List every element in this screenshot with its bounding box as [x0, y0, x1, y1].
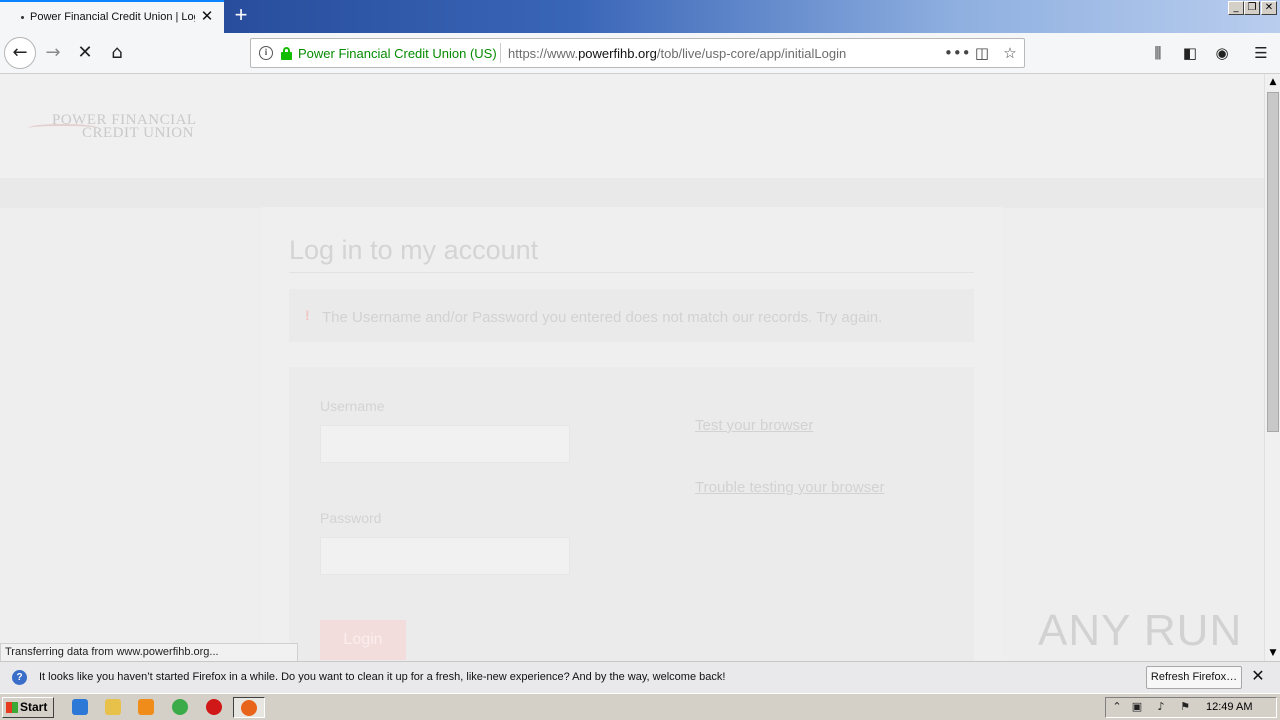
anyrun-watermark: ANY RUN — [1038, 606, 1243, 655]
back-arrow-icon: ← — [12, 42, 28, 63]
question-icon: ? — [12, 670, 27, 685]
bookmark-star-icon[interactable]: ☆ — [1000, 43, 1020, 63]
error-icon: ! — [305, 307, 310, 323]
test-browser-link[interactable]: Test your browser — [695, 417, 813, 434]
home-icon: ⌂ — [111, 42, 123, 63]
start-label: Start — [20, 700, 48, 714]
pocket-icon[interactable]: ◫ — [972, 43, 992, 63]
credit-union-logo[interactable]: POWER FINANCIAL CREDIT UNION — [28, 112, 208, 142]
scroll-up-icon[interactable]: ▲ — [1265, 74, 1280, 90]
network-icon[interactable]: ▣ — [1130, 700, 1144, 714]
restore-window-button[interactable]: ❐ — [1244, 1, 1260, 15]
windows-taskbar: Start ⌃ ▣ ♪ ⚑ 12:49 AM — [0, 693, 1280, 720]
menu-icon[interactable]: ☰ — [1251, 43, 1271, 63]
start-button[interactable]: Start — [2, 697, 54, 718]
notification-close-icon[interactable]: ✕ — [1250, 668, 1266, 686]
browser-tab-strip: Power Financial Credit Union | Login ✕ +… — [0, 0, 1280, 33]
url-text[interactable]: https://www.powerfihb.org/tob/live/usp-c… — [508, 46, 846, 61]
navigation-toolbar: ← → ✕ ⌂ i Power Financial Credit Union (… — [0, 33, 1280, 74]
media-player-icon[interactable] — [138, 699, 154, 715]
sidebar-icon[interactable]: ◧ — [1180, 43, 1200, 63]
folder-icon[interactable] — [105, 699, 121, 715]
system-tray: ⌃ ▣ ♪ ⚑ 12:49 AM — [1105, 697, 1277, 718]
loading-dot-icon — [21, 16, 24, 19]
page-title: Log in to my account — [289, 235, 539, 265]
minimize-window-button[interactable]: _ — [1228, 1, 1244, 15]
login-button[interactable]: Login — [320, 620, 406, 660]
notification-bar: ? It looks like you haven’t started Fire… — [0, 661, 1280, 693]
site-header: POWER FINANCIAL CREDIT UNION — [0, 74, 1264, 178]
url-prefix: https://www. — [508, 46, 579, 61]
back-button[interactable]: ← — [4, 37, 36, 69]
site-identity-label[interactable]: Power Financial Credit Union (US) — [298, 46, 497, 61]
chrome-icon[interactable] — [172, 699, 188, 715]
logo-line-2: CREDIT UNION — [82, 125, 194, 141]
volume-icon[interactable]: ♪ — [1154, 700, 1168, 714]
site-info-icon[interactable]: i — [259, 46, 273, 60]
clock[interactable]: 12:49 AM — [1206, 701, 1252, 713]
error-message: The Username and/or Password you entered… — [322, 309, 883, 326]
page-viewport: POWER FINANCIAL CREDIT UNION Log in to m… — [0, 74, 1264, 661]
address-separator — [500, 43, 501, 63]
firefox-task-button[interactable] — [233, 697, 265, 718]
opera-icon[interactable] — [206, 699, 222, 715]
header-band — [0, 178, 1264, 208]
home-button[interactable]: ⌂ — [102, 38, 132, 68]
username-input[interactable] — [320, 425, 570, 463]
tab-title: Power Financial Credit Union | Login — [30, 11, 195, 23]
active-tab[interactable]: Power Financial Credit Union | Login ✕ — [0, 0, 224, 33]
ie-icon[interactable] — [72, 699, 88, 715]
stop-icon: ✕ — [77, 42, 93, 63]
address-bar[interactable]: i Power Financial Credit Union (US) http… — [250, 38, 1025, 68]
title-divider — [289, 272, 974, 273]
password-input[interactable] — [320, 537, 570, 575]
tab-close-icon[interactable]: ✕ — [199, 9, 215, 25]
library-icon[interactable]: ⫼ — [1148, 43, 1168, 63]
forward-button[interactable]: → — [38, 38, 68, 68]
new-tab-button[interactable]: + — [229, 4, 253, 28]
stop-loading-button[interactable]: ✕ — [70, 38, 100, 68]
login-card: Log in to my account ! The Username and/… — [262, 207, 1002, 661]
error-alert: ! The Username and/or Password you enter… — [289, 289, 974, 342]
login-form: Username Password Test your browser Trou… — [289, 367, 974, 661]
firefox-icon — [241, 700, 257, 716]
action-center-flag-icon[interactable]: ⚑ — [1178, 700, 1192, 714]
page-actions-icon[interactable]: ••• — [944, 43, 971, 63]
forward-arrow-icon: → — [45, 42, 61, 63]
scroll-thumb[interactable] — [1267, 92, 1279, 432]
notification-message: It looks like you haven’t started Firefo… — [39, 671, 726, 683]
windows-logo-icon — [6, 702, 18, 713]
url-domain: powerfihb.org — [578, 46, 657, 61]
vertical-scrollbar[interactable]: ▲ ▼ — [1264, 74, 1280, 661]
scroll-down-icon[interactable]: ▼ — [1265, 645, 1280, 661]
close-window-button[interactable]: ✕ — [1261, 1, 1277, 15]
trouble-testing-link[interactable]: Trouble testing your browser — [695, 479, 885, 496]
refresh-firefox-button[interactable]: Refresh Firefox… — [1146, 666, 1242, 689]
url-path: /tob/live/usp-core/app/initialLogin — [656, 46, 847, 61]
account-icon[interactable]: ◉ — [1212, 43, 1232, 63]
tray-expand-icon[interactable]: ⌃ — [1110, 700, 1124, 714]
status-panel: Transferring data from www.powerfihb.org… — [0, 643, 298, 662]
username-label: Username — [320, 398, 385, 414]
lock-icon[interactable] — [281, 47, 292, 60]
password-label: Password — [320, 510, 382, 526]
